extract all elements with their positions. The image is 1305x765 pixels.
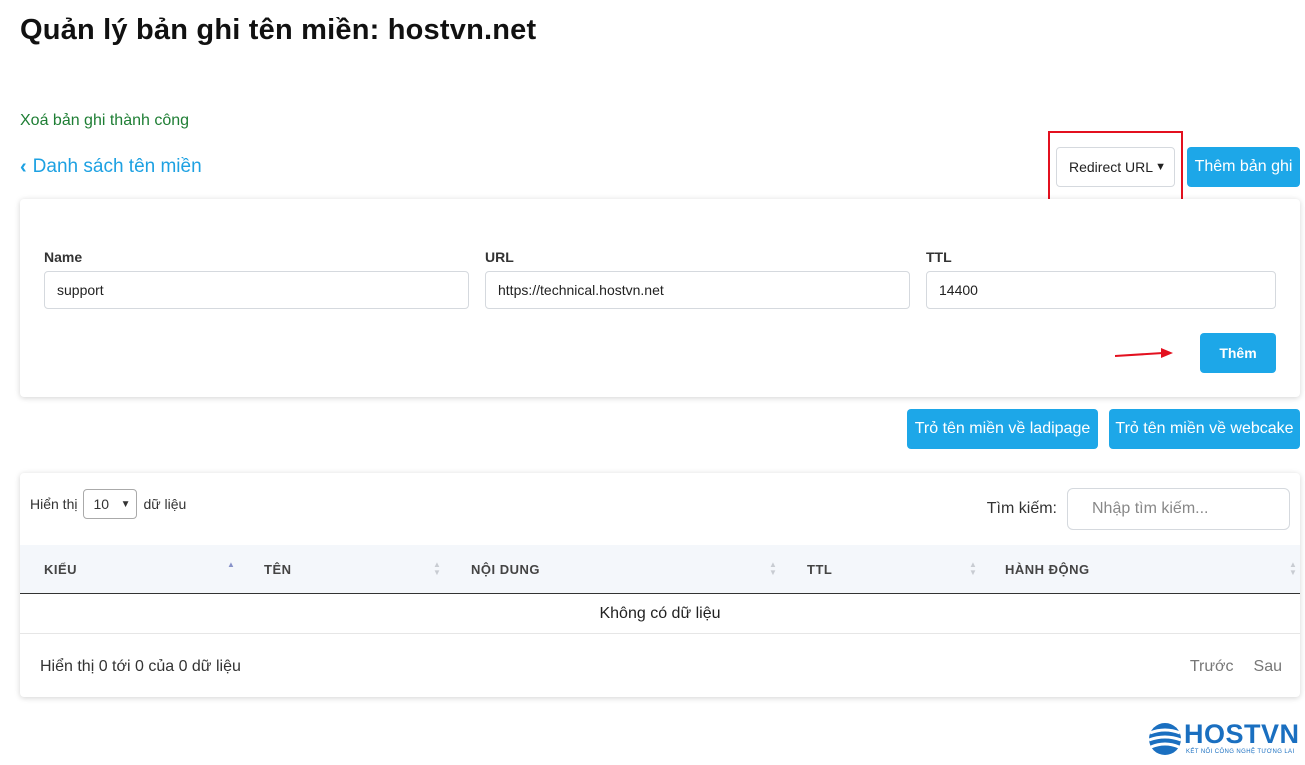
- add-record-button[interactable]: Thêm bản ghi: [1187, 147, 1300, 187]
- ttl-label: TTL: [926, 249, 952, 265]
- ttl-field[interactable]: 14400: [926, 271, 1276, 309]
- sort-icon[interactable]: ▲ ▼: [969, 561, 977, 577]
- logo-mark-icon: [1148, 723, 1182, 755]
- record-type-value: Redirect URL: [1069, 159, 1154, 175]
- record-type-select[interactable]: Redirect URL ▼: [1056, 147, 1175, 187]
- point-to-webcake-button[interactable]: Trỏ tên miền về webcake: [1109, 409, 1300, 449]
- table-header: KIỂU ▲ TÊN ▲ ▼ NỘI DUNG ▲ ▼ TTL ▲ ▼ HÀNH ĐỘ…: [20, 545, 1300, 594]
- empty-table-row: Không có dữ liệu: [20, 594, 1300, 634]
- chevron-left-icon: ‹: [20, 156, 27, 178]
- previous-page-button[interactable]: Trước: [1190, 658, 1234, 676]
- red-arrow-icon: [1115, 348, 1173, 358]
- name-label: Name: [44, 249, 83, 265]
- pagination: Trước Sau: [1190, 658, 1282, 676]
- page-length-control: Hiển thị 10 ▼ dữ liệu: [30, 489, 186, 519]
- chevron-down-icon: ▼: [1155, 161, 1166, 173]
- point-to-ladipage-button[interactable]: Trỏ tên miền về ladipage: [907, 409, 1098, 449]
- page-title: Quản lý bản ghi tên miền: hostvn.net: [20, 14, 537, 46]
- search-input[interactable]: Nhập tìm kiếm...: [1067, 488, 1290, 530]
- records-table-card: Hiển thị 10 ▼ dữ liệu Tìm kiếm: Nhập tìm…: [20, 473, 1300, 697]
- sort-icon[interactable]: ▲ ▼: [433, 561, 441, 577]
- table-info: Hiển thị 0 tới 0 của 0 dữ liệu: [40, 658, 241, 675]
- page-length-select[interactable]: 10 ▼: [83, 489, 138, 519]
- name-field[interactable]: support: [44, 271, 469, 309]
- column-header-ttl[interactable]: TTL: [807, 545, 832, 593]
- logo-text: HOSTVN: [1184, 719, 1300, 749]
- next-page-button[interactable]: Sau: [1254, 658, 1282, 676]
- back-to-domain-list-link[interactable]: ‹ Danh sách tên miền: [20, 156, 202, 178]
- column-header-content[interactable]: NỘI DUNG: [471, 545, 540, 593]
- table-search: Tìm kiếm: Nhập tìm kiếm...: [987, 488, 1290, 530]
- column-header-type[interactable]: KIỂU: [44, 545, 77, 593]
- url-field[interactable]: https://technical.hostvn.net: [485, 271, 910, 309]
- column-header-name[interactable]: TÊN: [264, 545, 292, 593]
- sort-icon[interactable]: ▲ ▼: [1289, 561, 1297, 577]
- hostvn-logo: HOSTVN KẾT NỐI CÔNG NGHỆ TƯƠNG LAI: [1148, 719, 1303, 759]
- url-label: URL: [485, 249, 514, 265]
- add-button[interactable]: Thêm: [1200, 333, 1276, 373]
- length-suffix: dữ liệu: [143, 496, 187, 512]
- sort-icon[interactable]: ▲: [227, 561, 235, 569]
- logo-tagline: KẾT NỐI CÔNG NGHỆ TƯƠNG LAI: [1186, 749, 1295, 755]
- column-header-action[interactable]: HÀNH ĐỘNG: [1005, 545, 1090, 593]
- sort-icon[interactable]: ▲ ▼: [769, 561, 777, 577]
- chevron-down-icon: ▼: [120, 498, 131, 510]
- back-link-label: Danh sách tên miền: [32, 156, 202, 177]
- record-form-card: Name support URL https://technical.hostv…: [20, 199, 1300, 397]
- length-prefix: Hiển thị: [30, 496, 78, 512]
- search-label: Tìm kiếm:: [986, 500, 1057, 517]
- success-alert: Xoá bản ghi thành công: [20, 112, 190, 129]
- page-length-value: 10: [93, 496, 110, 512]
